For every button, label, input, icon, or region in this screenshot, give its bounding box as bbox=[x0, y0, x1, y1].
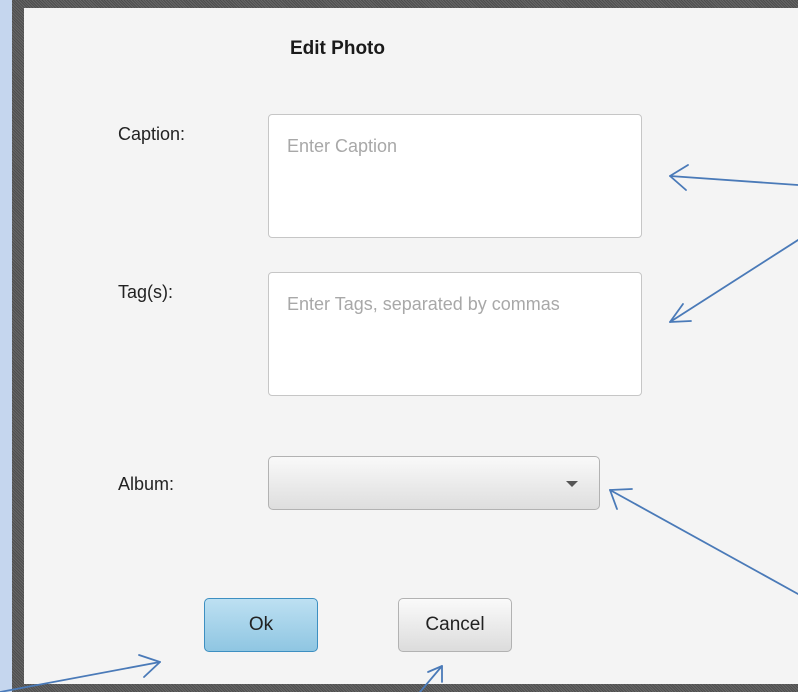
tags-input[interactable]: Enter Tags, separated by commas bbox=[268, 272, 642, 396]
chevron-down-icon[interactable] bbox=[566, 481, 578, 487]
caption-label: Caption: bbox=[118, 124, 186, 144]
album-label: Album: bbox=[118, 474, 175, 494]
caption-input[interactable]: Enter Caption bbox=[268, 114, 642, 238]
tags-label: Tag(s): bbox=[118, 282, 174, 302]
dialog-title: Edit Photo bbox=[290, 38, 385, 59]
ok-button[interactable]: Ok bbox=[204, 598, 318, 652]
tags-placeholder: Enter Tags, separated by commas bbox=[287, 294, 560, 314]
cancel-button[interactable]: Cancel bbox=[398, 598, 512, 652]
album-dropdown[interactable] bbox=[268, 456, 600, 510]
caption-placeholder: Enter Caption bbox=[287, 136, 398, 156]
